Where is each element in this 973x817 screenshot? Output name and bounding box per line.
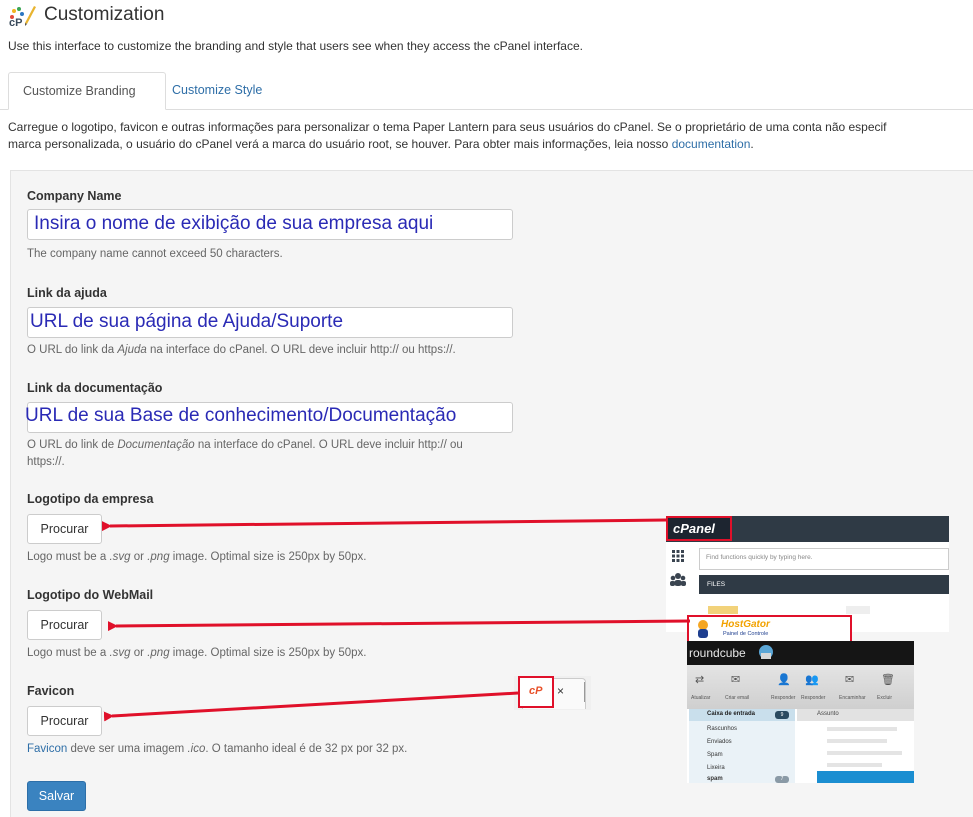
arrow-to-webmail-logo — [107, 619, 691, 632]
arrow-to-company-logo — [101, 518, 667, 532]
arrow-to-favicon — [103, 691, 519, 722]
annotation-arrows — [101, 518, 691, 722]
